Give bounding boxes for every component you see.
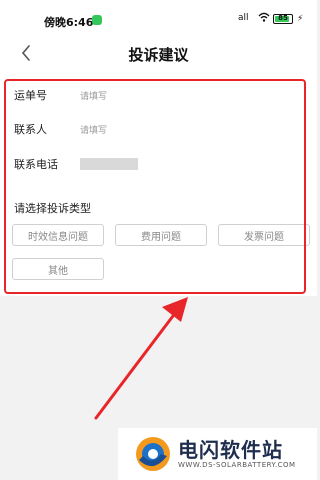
status-bar: 傍晚6:46 all 85 ⚡ <box>0 0 317 34</box>
app-dot-icon <box>92 15 102 25</box>
page-title: 投诉建议 <box>128 46 189 64</box>
brand-logo-icon <box>136 437 170 471</box>
nav-bar: 投诉建议 <box>0 34 317 74</box>
charging-icon: ⚡ <box>297 14 304 24</box>
status-time: 傍晚6:46 <box>44 16 94 29</box>
highlight-box <box>4 79 306 294</box>
battery-level-text: 85 <box>278 14 288 22</box>
watermark-title: 电闪软件站 <box>178 438 283 462</box>
signal-icon: all <box>238 13 249 23</box>
watermark-url: WWW.DS-SOLARBATTERY.COM <box>178 461 296 469</box>
wifi-icon <box>258 12 270 25</box>
watermark: 电闪软件站 WWW.DS-SOLARBATTERY.COM <box>118 428 317 480</box>
battery-icon: 85 <box>273 14 293 24</box>
